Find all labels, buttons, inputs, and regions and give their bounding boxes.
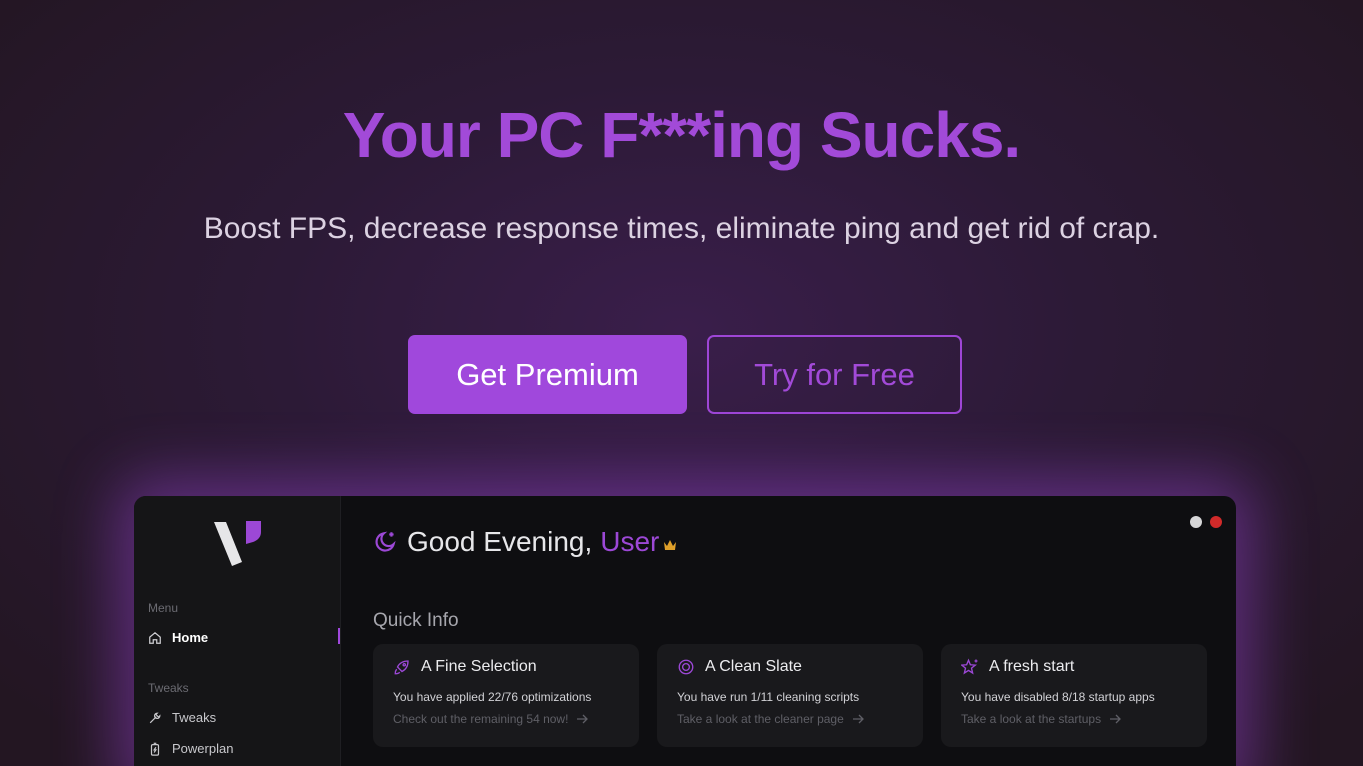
sidebar-item-label: Powerplan — [172, 741, 234, 756]
card-fresh-start[interactable]: A fresh start You have disabled 8/18 sta… — [941, 644, 1207, 747]
sidebar-item-label: Tweaks — [172, 710, 217, 725]
window-controls — [1190, 516, 1222, 528]
try-for-free-button[interactable]: Try for Free — [707, 335, 962, 414]
card-link-text: Take a look at the startups — [961, 712, 1102, 726]
card-link-text: Take a look at the cleaner page — [677, 712, 844, 726]
hero-title: Your PC F***ing Sucks. — [342, 99, 1021, 171]
main-content: Good Evening, User Quick Info A Fine Sel… — [341, 496, 1236, 766]
hero-subtitle: Boost FPS, decrease response times, elim… — [203, 212, 1160, 245]
card-title: A fresh start — [989, 658, 1075, 675]
greeting-text: Good Evening, — [407, 526, 593, 557]
card-title: A Fine Selection — [421, 658, 537, 675]
arrow-right-icon — [577, 714, 589, 724]
sidebar-section-tweaks: Tweaks — [148, 681, 189, 695]
card-link-text: Check out the remaining 54 now! — [393, 712, 569, 726]
card-link[interactable]: Take a look at the cleaner page — [677, 712, 903, 726]
card-header: A fresh start — [961, 658, 1187, 676]
battery-icon — [150, 742, 160, 756]
user-name: User — [600, 526, 660, 557]
card-clean-slate[interactable]: A Clean Slate You have run 1/11 cleaning… — [657, 644, 923, 747]
card-status: You have run 1/11 cleaning scripts — [677, 690, 860, 704]
card-status: You have disabled 8/18 startup apps — [961, 690, 1155, 704]
card-fine-selection[interactable]: A Fine Selection You have applied 22/76 … — [373, 644, 639, 747]
card-header: A Clean Slate — [677, 658, 903, 676]
wrench-icon — [149, 712, 161, 723]
rocket-icon — [394, 660, 409, 675]
card-header: A Fine Selection — [393, 658, 619, 676]
sparkle-star-icon — [961, 658, 978, 675]
arrow-right-icon — [852, 714, 864, 724]
sidebar-item-tweaks[interactable]: Tweaks — [148, 710, 216, 725]
minimize-dot[interactable] — [1190, 516, 1202, 528]
sidebar-active-indicator — [338, 628, 340, 644]
close-dot[interactable] — [1210, 516, 1222, 528]
sidebar-item-powerplan[interactable]: Powerplan — [148, 741, 233, 756]
sidebar-item-home[interactable]: Home — [148, 630, 208, 645]
target-icon — [678, 659, 694, 675]
sidebar: Menu Home Tweaks Tweaks Powerplan — [134, 496, 341, 766]
card-title: A Clean Slate — [705, 658, 802, 675]
card-link[interactable]: Check out the remaining 54 now! — [393, 712, 619, 726]
app-preview-window: Menu Home Tweaks Tweaks Powerplan Good E… — [134, 496, 1236, 766]
card-link[interactable]: Take a look at the startups — [961, 712, 1187, 726]
get-premium-button[interactable]: Get Premium — [408, 335, 687, 414]
card-status: You have applied 22/76 optimizations — [393, 690, 592, 704]
moon-stars-icon — [375, 531, 396, 552]
sidebar-item-label: Home — [172, 630, 209, 645]
arrow-right-icon — [1110, 714, 1122, 724]
quick-info-title: Quick Info — [373, 610, 459, 631]
crown-icon — [664, 540, 677, 550]
greeting: Good Evening, User — [373, 526, 677, 558]
app-logo — [212, 518, 264, 571]
home-icon — [149, 631, 161, 644]
sidebar-section-menu: Menu — [148, 601, 179, 615]
